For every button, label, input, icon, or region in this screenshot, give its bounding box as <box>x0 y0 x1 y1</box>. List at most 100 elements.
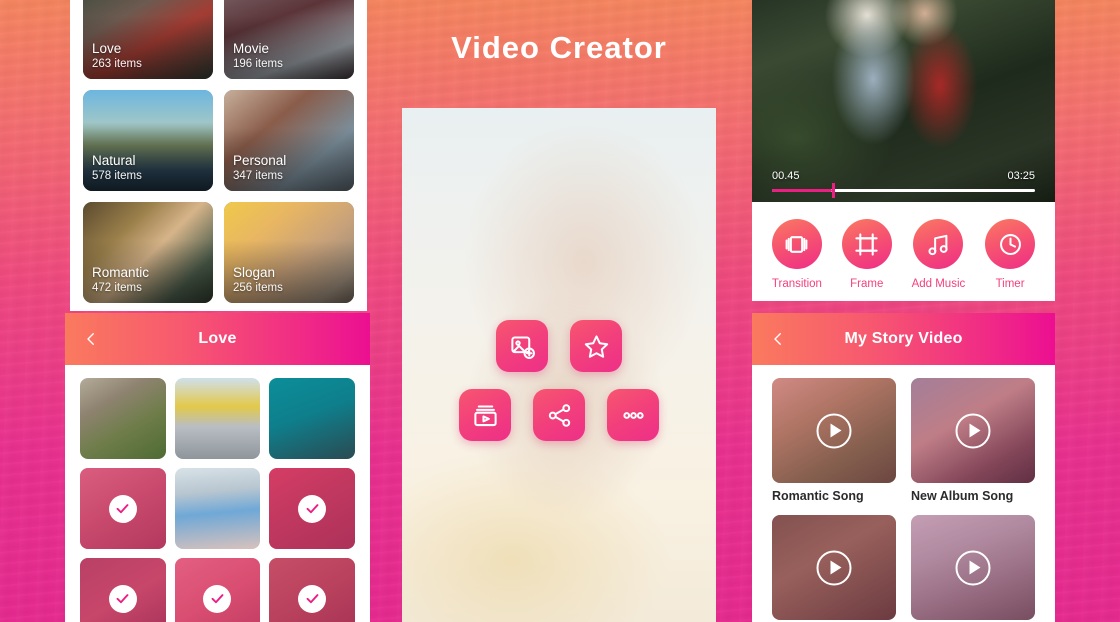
tool-icon-circle <box>985 219 1036 269</box>
check-icon <box>108 584 137 613</box>
category-card[interactable]: Love 263 items <box>83 0 213 79</box>
creator-panel <box>402 108 716 622</box>
video-creator-title: Video Creator <box>451 30 667 65</box>
creator-tool-row-1 <box>402 320 716 372</box>
clock-icon <box>999 233 1021 255</box>
story-video-label: Romantic Song <box>772 489 864 503</box>
player-tool-add-music[interactable]: Add Music <box>911 219 966 290</box>
play-icon[interactable] <box>816 413 852 448</box>
category-card[interactable]: Slogan 256 items <box>224 202 354 303</box>
category-meta: Natural 578 items <box>92 152 142 184</box>
category-card[interactable]: Natural 578 items <box>83 90 213 191</box>
category-count: 578 items <box>92 170 142 182</box>
photo-cell-selected[interactable] <box>174 558 261 622</box>
share-button[interactable] <box>533 389 585 441</box>
story-video-grid: Romantic Song New Album Song Love SongMovi… <box>752 365 1055 622</box>
play-icon[interactable] <box>955 413 991 448</box>
love-photo-grid <box>65 365 370 622</box>
add-image-button[interactable] <box>496 320 548 372</box>
check-icon <box>108 494 137 523</box>
photo-cell-selected[interactable] <box>269 558 355 622</box>
category-grid: Love 263 items Movie 196 items Natural 578 it… <box>70 0 367 311</box>
video-timeline: 00.45 03:25 <box>752 170 1055 198</box>
transition-icon <box>786 235 808 253</box>
play-triangle <box>969 560 980 575</box>
photo-cell[interactable] <box>269 378 355 459</box>
category-name: Movie <box>233 41 270 56</box>
check-icon <box>203 584 232 613</box>
category-name: Natural <box>92 153 136 168</box>
category-card[interactable]: Personal 347 items <box>224 90 354 191</box>
player-tool-timer[interactable]: Timer <box>985 219 1036 290</box>
play-icon[interactable] <box>816 550 852 585</box>
tool-label: Frame <box>850 278 884 290</box>
story-panel-header: My Story Video <box>752 313 1055 365</box>
total-time: 03:25 <box>1007 170 1035 182</box>
category-card[interactable]: Movie 196 items <box>224 0 354 79</box>
more-options-button[interactable] <box>607 389 659 441</box>
love-panel-header: Love <box>65 313 370 365</box>
tool-label: Add Music <box>911 278 966 290</box>
add-image-icon <box>510 335 535 359</box>
check-icon <box>298 584 327 613</box>
category-meta: Movie 196 items <box>233 40 283 72</box>
photo-cell[interactable] <box>174 378 261 459</box>
love-panel: Love <box>65 313 370 622</box>
video-library-icon <box>473 404 497 426</box>
page-title: Love <box>198 330 237 347</box>
story-video-item[interactable]: New Album Song <box>911 378 1035 503</box>
create-video-button[interactable] <box>459 389 511 441</box>
story-panel: My Story Video Romantic Song New Album So… <box>752 313 1055 622</box>
category-name: Slogan <box>233 265 276 280</box>
photo-cell-selected[interactable] <box>269 468 355 549</box>
tool-label: Transition <box>771 278 822 290</box>
category-count: 347 items <box>233 170 283 182</box>
category-meta: Slogan 256 items <box>233 264 283 296</box>
categories-panel: Love 263 items Movie 196 items Natural 578 it… <box>70 0 367 311</box>
chevron-left-icon[interactable] <box>769 330 787 348</box>
story-video-item[interactable]: Love Song <box>772 515 896 622</box>
story-video-item[interactable]: Movie Song <box>911 515 1035 622</box>
time-row: 00.45 03:25 <box>772 170 1035 182</box>
video-player-panel: 00.45 03:25 Transition Frame Add Music Time… <box>752 0 1055 301</box>
story-thumbnail[interactable] <box>911 378 1035 483</box>
photo-cell-selected[interactable] <box>80 468 166 549</box>
category-count: 196 items <box>233 58 283 70</box>
frame-icon <box>855 232 878 256</box>
creator-tool-cluster <box>402 320 716 441</box>
check-icon <box>298 494 327 523</box>
star-icon <box>584 334 608 358</box>
story-video-item[interactable]: Romantic Song <box>772 378 896 503</box>
category-card[interactable]: Romantic 472 items <box>83 202 213 303</box>
tool-icon-circle <box>841 219 892 269</box>
story-thumbnail[interactable] <box>911 515 1035 620</box>
category-count: 472 items <box>92 282 142 294</box>
chevron-left-icon[interactable] <box>82 330 100 348</box>
play-icon[interactable] <box>955 550 991 585</box>
category-name: Romantic <box>92 265 150 280</box>
photo-cell[interactable] <box>80 378 166 459</box>
share-icon <box>548 403 570 427</box>
tool-icon-circle <box>913 219 964 269</box>
photo-cell[interactable] <box>174 468 261 549</box>
more-dots-icon <box>622 411 644 419</box>
story-thumbnail[interactable] <box>772 378 896 483</box>
photo-cell-selected[interactable] <box>80 558 166 622</box>
music-note-icon <box>928 234 948 255</box>
category-name: Love <box>92 41 122 56</box>
progress-track[interactable] <box>772 183 1035 198</box>
play-triangle <box>830 423 841 438</box>
page-title: My Story Video <box>844 330 963 347</box>
category-meta: Romantic 472 items <box>92 264 149 296</box>
tool-icon-circle <box>771 219 822 269</box>
favorite-button[interactable] <box>570 320 622 372</box>
story-thumbnail[interactable] <box>772 515 896 620</box>
play-triangle <box>969 423 980 438</box>
progress-knob[interactable] <box>832 183 835 198</box>
category-meta: Love 263 items <box>92 40 142 72</box>
player-tool-frame[interactable]: Frame <box>841 219 892 290</box>
story-video-label: New Album Song <box>911 489 1014 503</box>
current-time: 00.45 <box>772 170 800 182</box>
player-tool-transition[interactable]: Transition <box>772 219 822 290</box>
video-preview[interactable]: 00.45 03:25 <box>752 0 1055 202</box>
